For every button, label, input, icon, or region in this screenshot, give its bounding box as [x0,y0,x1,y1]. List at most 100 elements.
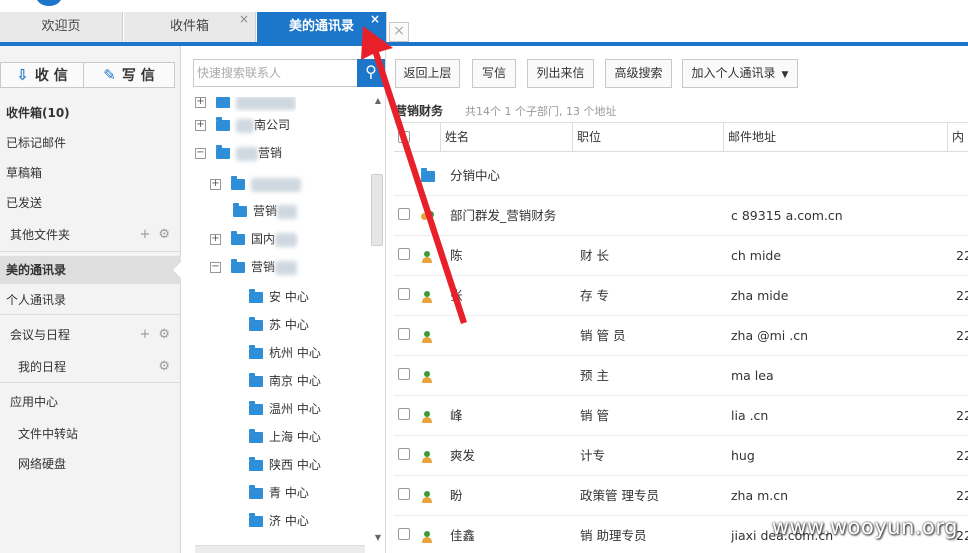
tree-node[interactable]: − 营销 [210,257,298,277]
close-icon[interactable]: × [370,4,380,34]
tree-node[interactable]: 南京 中心 [249,371,321,391]
tree-node[interactable]: 营销 [233,201,298,221]
collapse-icon[interactable]: − [210,262,221,273]
row-email[interactable]: ma lea [731,356,941,396]
table-row[interactable]: 爽发 计专 hug 22 [394,436,968,476]
table-row[interactable]: 陈 财 长 ch mide 22 [394,236,968,276]
expand-icon[interactable]: + [195,120,206,131]
tree-node[interactable]: 上海 中心 [249,427,321,447]
write-button[interactable]: 写信 [472,59,516,88]
row-name[interactable]: 分销中心 [450,156,500,196]
row-checkbox[interactable] [398,276,410,316]
row-checkbox[interactable] [398,316,410,356]
column-email[interactable]: 邮件地址 [723,123,947,152]
search-icon[interactable]: ⚲ [357,59,385,87]
tab-midea-directory[interactable]: 美的通讯录 × [257,12,387,42]
scroll-down-icon[interactable]: ▼ [375,533,381,542]
row-checkbox[interactable] [398,516,410,553]
row-checkbox[interactable] [398,236,410,276]
column-extension[interactable]: 内 [947,123,968,152]
table-row[interactable]: 分销中心 [394,156,968,196]
sidebar-item-net-disk[interactable]: 网络硬盘 [18,453,66,475]
tree-node[interactable]: 青 中心 [249,483,309,503]
row-email[interactable]: c 89315 a.com.cn [731,196,951,236]
add-icon[interactable]: + [139,227,150,242]
tree-node[interactable]: + 南公司 [195,115,290,135]
row-email[interactable]: zha mide [731,276,941,316]
row-email[interactable]: zha @mi .cn [731,316,941,356]
column-title[interactable]: 职位 [572,123,722,152]
tree-node[interactable]: 济 中心 [249,511,309,531]
sidebar-item-other-folders[interactable]: 其他文件夹 [10,224,70,246]
row-email[interactable]: ch mide [731,236,941,276]
table-row[interactable]: 销 管 员 zha @mi .cn 22 [394,316,968,356]
compose-button[interactable]: ✎ 写 信 [83,62,175,88]
sidebar-item-app-center[interactable]: 应用中心 [10,391,58,413]
sidebar-item-drafts[interactable]: 草稿箱 [6,162,42,184]
tree-scrollbar[interactable] [371,174,383,246]
gear-icon[interactable]: ⚙ [158,359,170,374]
gear-icon[interactable]: ⚙ [158,327,170,342]
tree-node[interactable]: 杭州 中心 [249,343,321,363]
sidebar-item-inbox[interactable]: 收件箱(10) [6,102,70,124]
row-extension: 22 [956,248,968,263]
row-name[interactable]: 盼 [450,476,463,516]
table-row[interactable]: 峰 销 管 lia .cn 22 [394,396,968,436]
add-icon[interactable]: + [139,327,150,342]
row-checkbox[interactable] [398,436,410,476]
sidebar-item-calendar[interactable]: 会议与日程 [10,324,70,346]
tree-node[interactable]: 苏 中心 [249,315,309,335]
row-checkbox[interactable] [398,356,410,396]
row-name[interactable]: 爽发 [450,436,475,476]
divider [0,314,181,315]
row-email[interactable]: zha m.cn [731,476,941,516]
row-name[interactable]: 佳鑫 [450,516,475,553]
row-checkbox[interactable] [398,396,410,436]
tree-node[interactable]: + [210,174,301,194]
sidebar-item-midea-directory[interactable]: 美的通讯录 [6,259,66,281]
list-mail-button[interactable]: 列出来信 [527,59,594,88]
table-row[interactable]: 盼 政策管 理专员 zha m.cn 22 [394,476,968,516]
gear-icon[interactable]: ⚙ [158,227,170,242]
tree-node[interactable]: 陕西 中心 [249,455,321,475]
sidebar-item-personal-directory[interactable]: 个人通讯录 [6,289,66,311]
row-checkbox[interactable] [398,196,410,236]
tab-welcome[interactable]: 欢迎页 [0,12,123,42]
collapse-icon[interactable]: − [195,148,206,159]
table-row[interactable]: 部门群发_营销财务 c 89315 a.com.cn [394,196,968,236]
row-name[interactable]: 部门群发_营销财务 [450,196,556,236]
row-checkbox[interactable] [398,476,410,516]
scroll-up-icon[interactable]: ▲ [375,96,381,105]
receive-button[interactable]: ⇩ 收 信 [0,62,84,88]
expand-icon[interactable]: + [195,97,206,108]
tree-node[interactable]: + [195,97,296,112]
row-email[interactable]: hug [731,436,941,476]
sidebar-item-sent[interactable]: 已发送 [6,192,42,214]
sidebar-item-flagged[interactable]: 已标记邮件 [6,132,66,154]
row-name[interactable]: 峰 [450,396,463,436]
tree-node[interactable]: + 国内 [210,229,298,249]
tree-node[interactable]: − 营销 [195,143,282,163]
back-button[interactable]: 返回上层 [395,59,460,88]
table-row[interactable]: 预 主 ma lea [394,356,968,396]
add-personal-contacts-button[interactable]: 加入个人通讯录 ▼ [682,59,798,88]
close-icon[interactable]: × [239,4,249,34]
row-email[interactable]: lia .cn [731,396,941,436]
close-icon[interactable]: × [389,22,409,42]
row-name[interactable]: 陈 [450,236,463,276]
folder-icon [249,373,263,387]
select-all-checkbox[interactable] [398,131,410,146]
tab-inbox[interactable]: 收件箱 × [124,12,256,42]
expand-icon[interactable]: + [210,234,221,245]
table-row[interactable]: 张 存 专 zha mide 22 [394,276,968,316]
row-name[interactable]: 张 [450,276,463,316]
horizontal-scrollbar[interactable] [195,545,365,553]
sidebar-item-my-schedule[interactable]: 我的日程 [18,356,66,378]
advanced-search-button[interactable]: 高级搜索 [605,59,672,88]
tree-node[interactable]: 温州 中心 [249,399,321,419]
column-name[interactable]: 姓名 [440,123,570,152]
expand-icon[interactable]: + [210,179,221,190]
search-input[interactable]: 快速搜索联系人 [193,59,359,87]
sidebar-item-file-transfer[interactable]: 文件中转站 [18,423,78,445]
tree-node[interactable]: 安 中心 [249,287,309,307]
